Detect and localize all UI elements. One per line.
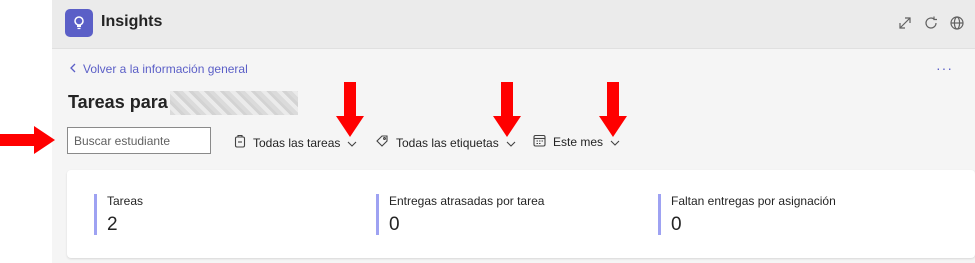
metric-missing-submissions: Faltan entregas por asignación 0	[658, 194, 836, 235]
refresh-icon[interactable]	[922, 14, 940, 32]
title-bar: Insights	[52, 0, 975, 49]
search-student-input[interactable]	[67, 127, 211, 154]
lightbulb-icon	[65, 9, 93, 37]
metric-label: Tareas	[107, 194, 144, 208]
metric-late-submissions: Entregas atrasadas por tarea 0	[376, 194, 544, 235]
metric-label: Faltan entregas por asignación	[671, 194, 836, 208]
back-to-overview-link[interactable]: Volver a la información general	[69, 62, 248, 76]
tasks-filter-label: Todas las tareas	[253, 135, 341, 150]
page-title: Tareas para	[68, 92, 168, 112]
metric-value: 2	[107, 214, 118, 235]
chevron-left-icon	[69, 62, 77, 76]
calendar-icon	[533, 134, 546, 150]
globe-icon[interactable]	[948, 14, 966, 32]
annotation-arrow-right	[0, 126, 55, 154]
annotation-arrow-down	[336, 82, 364, 137]
metrics-card: Tareas 2 Entregas atrasadas por tarea 0 …	[67, 170, 975, 258]
expand-icon[interactable]	[896, 14, 914, 32]
metric-value: 0	[389, 214, 400, 235]
app-title: Insights	[101, 13, 163, 30]
back-link-label: Volver a la información general	[83, 62, 248, 76]
tag-icon	[375, 134, 389, 151]
metric-value: 0	[671, 214, 682, 235]
assignment-icon	[234, 134, 246, 151]
more-options-button[interactable]: ···	[936, 60, 953, 76]
metric-label: Entregas atrasadas por tarea	[389, 194, 545, 208]
redacted-student-name	[170, 91, 298, 115]
period-filter-label: Este mes	[553, 135, 604, 149]
tags-filter-label: Todas las etiquetas	[396, 135, 499, 150]
annotation-arrow-down	[493, 82, 521, 137]
metric-tasks: Tareas 2	[94, 194, 143, 235]
annotation-arrow-down	[599, 82, 627, 137]
